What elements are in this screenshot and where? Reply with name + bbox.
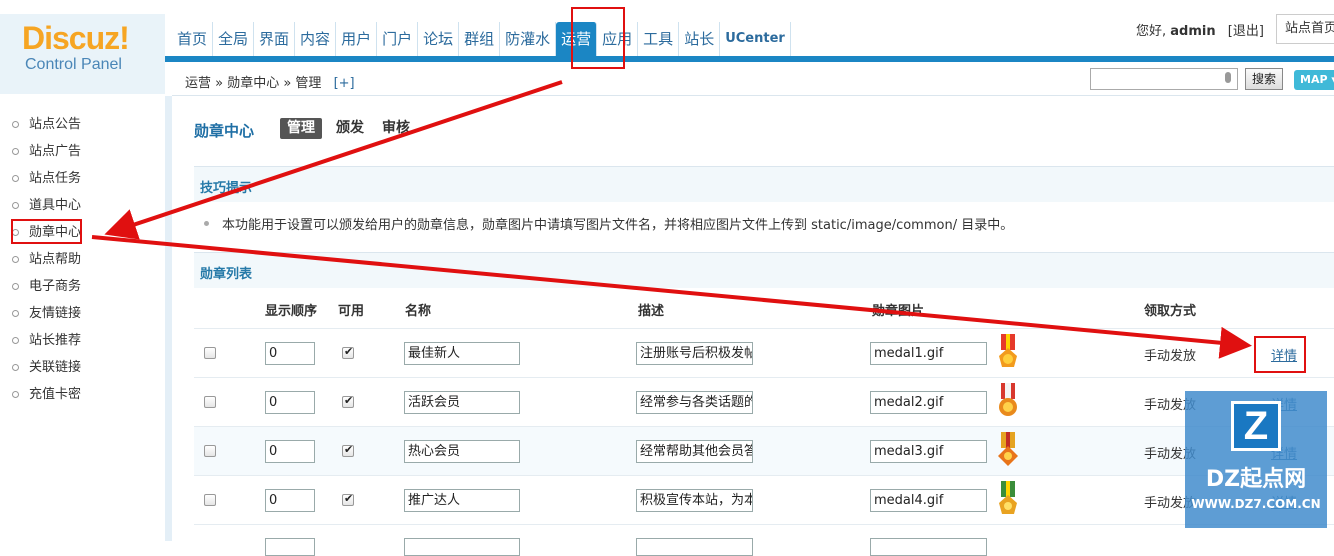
arrow-to-medals [104,80,563,240]
arrow-to-detail [91,235,1252,359]
annotation-arrows [91,80,1252,359]
